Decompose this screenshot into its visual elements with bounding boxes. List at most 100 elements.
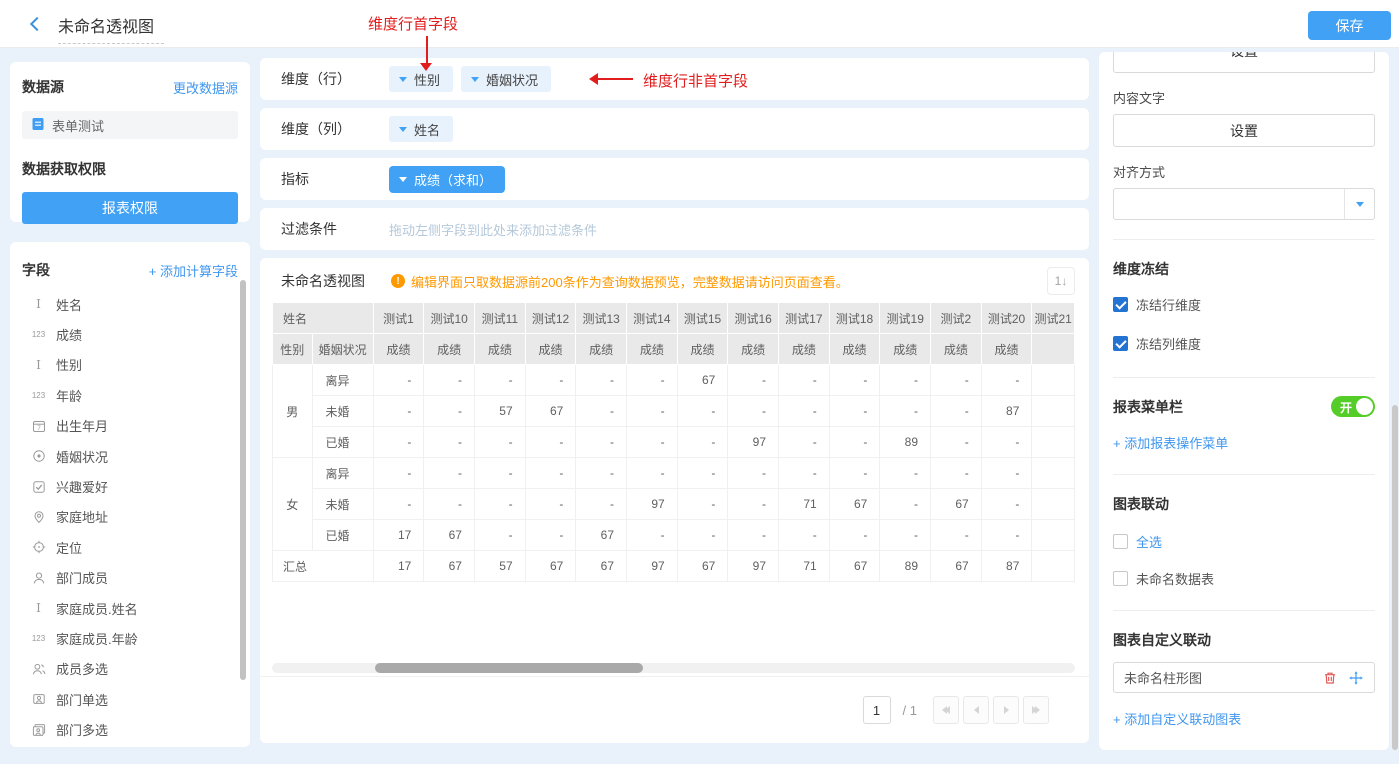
field-label: 部门多选: [56, 720, 108, 739]
preview-card: 未命名透视图 ! 编辑界面只取数据源前200条作为查询数据预览，完整数据请访问页…: [260, 258, 1089, 743]
pivot-row: 已婚-------97--89--: [273, 427, 1075, 458]
col-dimension-row: 维度（列） 姓名: [260, 108, 1089, 150]
prev-page-button[interactable]: [963, 696, 989, 724]
add-calculated-field-link[interactable]: + 添加计算字段: [149, 261, 238, 280]
chevron-down-icon: [1344, 189, 1374, 219]
change-datasource-link[interactable]: 更改数据源: [173, 78, 238, 97]
checkbox-checked-icon[interactable]: [1113, 336, 1128, 351]
next-page-button[interactable]: [993, 696, 1019, 724]
field-item[interactable]: 123家庭成员.年龄: [22, 623, 238, 653]
linkage-item-checkbox-row[interactable]: 未命名数据表: [1113, 569, 1375, 588]
dimension-tag[interactable]: 婚姻状况: [461, 66, 551, 92]
freeze-row-checkbox-row[interactable]: 冻结行维度: [1113, 295, 1375, 314]
field-item[interactable]: 婚姻状况: [22, 441, 238, 471]
trash-icon[interactable]: [1322, 670, 1338, 686]
field-label: 部门成员: [56, 568, 108, 587]
pivot-value-cell: -: [931, 365, 982, 396]
move-icon[interactable]: [1348, 670, 1364, 686]
pivot-value-cell: -: [424, 396, 475, 427]
fields-scrollbar[interactable]: [240, 280, 246, 680]
field-item[interactable]: 部门单选: [22, 684, 238, 714]
pivot-value-cell: -: [474, 458, 525, 489]
pivot-value-cell: -: [981, 427, 1032, 458]
pivot-value-cell: -: [728, 365, 779, 396]
field-item[interactable]: I姓名: [22, 289, 238, 319]
save-button[interactable]: 保存: [1308, 11, 1391, 40]
first-page-button[interactable]: [933, 696, 959, 724]
pivot-summary-value-clipped: [1032, 551, 1075, 582]
pivot-value-cell: -: [931, 396, 982, 427]
menu-bar-toggle[interactable]: 开: [1331, 396, 1375, 417]
horizontal-scrollbar-thumb[interactable]: [375, 663, 643, 673]
annotation-first-field: 维度行首字段: [368, 13, 458, 34]
freeze-row-label: 冻结行维度: [1136, 295, 1201, 314]
field-item[interactable]: 兴趣爱好: [22, 471, 238, 501]
content-text-settings-button[interactable]: 设置: [1113, 114, 1375, 147]
pivot-summary-value: 57: [474, 551, 525, 582]
add-custom-linkage-link[interactable]: + 添加自定义联动图表: [1113, 709, 1241, 728]
pivot-group-label: 女: [273, 458, 313, 551]
field-item[interactable]: I家庭成员.姓名: [22, 593, 238, 623]
pivot-subgroup-label: 已婚: [312, 520, 373, 551]
pivot-value-cell: 17: [373, 520, 424, 551]
member-icon: [30, 571, 47, 585]
pivot-value-cell: -: [627, 365, 678, 396]
pivot-col-header: 测试1: [373, 303, 424, 334]
last-page-button[interactable]: [1023, 696, 1049, 724]
pivot-metric-header: 成绩: [931, 334, 982, 365]
field-item[interactable]: 部门成员: [22, 563, 238, 593]
select-all-checkbox-row[interactable]: 全选: [1113, 532, 1375, 551]
field-item[interactable]: 7出生年月: [22, 411, 238, 441]
row-dimension-label: 维度（行）: [281, 69, 389, 89]
custom-linkage-item[interactable]: 未命名柱形图: [1113, 662, 1375, 693]
field-list: I姓名123成绩I性别123年龄7出生年月婚姻状况兴趣爱好家庭地址定位部门成员 I…: [22, 289, 238, 745]
pivot-header-row: 姓名测试1测试10测试11测试12测试13测试14测试15测试16测试17测试1…: [273, 303, 1075, 334]
dimension-tag[interactable]: 姓名: [389, 116, 453, 142]
number-icon: 123: [30, 391, 47, 400]
clipped-settings-button[interactable]: 设置: [1113, 52, 1375, 73]
pivot-value-cell: -: [981, 365, 1032, 396]
radio-icon: [30, 449, 47, 463]
report-permission-button[interactable]: 报表权限: [22, 192, 238, 224]
field-item[interactable]: 定位: [22, 532, 238, 562]
filter-row[interactable]: 过滤条件 拖动左侧字段到此处来添加过滤条件: [260, 208, 1089, 250]
checkbox-checked-icon[interactable]: [1113, 297, 1128, 312]
double-chevron-left-icon: [943, 706, 949, 714]
field-item[interactable]: 成员多选: [22, 654, 238, 684]
pivot-value-cell: -: [728, 489, 779, 520]
depts-icon: [30, 723, 47, 737]
freeze-col-checkbox-row[interactable]: 冻结列维度: [1113, 334, 1375, 353]
page-scrollbar-thumb[interactable]: [1392, 405, 1398, 750]
row-dimension-tags: 性别婚姻状况: [389, 66, 551, 92]
pivot-metric-header: 成绩: [880, 334, 931, 365]
field-item[interactable]: 123成绩: [22, 319, 238, 349]
back-button[interactable]: [28, 17, 44, 33]
pivot-summary-value: 87: [981, 551, 1032, 582]
field-item[interactable]: I性别: [22, 350, 238, 380]
select-all-label[interactable]: 全选: [1136, 532, 1162, 551]
datasource-item[interactable]: 表单测试: [22, 111, 238, 139]
pivot-value-cell: -: [373, 396, 424, 427]
fields-card: 字段 + 添加计算字段 I姓名123成绩I性别123年龄7出生年月婚姻状况兴趣爱…: [10, 242, 250, 747]
pivot-value-cell: 71: [779, 489, 830, 520]
align-select[interactable]: [1113, 188, 1375, 220]
page-title[interactable]: 未命名透视图: [58, 13, 164, 44]
pivot-metric-header: 成绩: [677, 334, 728, 365]
checkbox-unchecked-icon[interactable]: [1113, 571, 1128, 586]
sort-icon[interactable]: 1↓: [1047, 267, 1075, 295]
horizontal-scrollbar[interactable]: [272, 663, 1075, 673]
dimension-tag[interactable]: 成绩（求和）: [389, 166, 505, 193]
field-item[interactable]: 家庭地址: [22, 502, 238, 532]
pivot-col-header: 测试16: [728, 303, 779, 334]
pivot-col-header: 测试15: [677, 303, 728, 334]
pivot-value-cell: -: [525, 458, 576, 489]
add-menu-link[interactable]: + 添加报表操作菜单: [1113, 433, 1228, 452]
chevron-left-icon: [30, 17, 44, 31]
pivot-value-cell: -: [779, 458, 830, 489]
field-item[interactable]: 123年龄: [22, 380, 238, 410]
page-input[interactable]: 1: [863, 696, 891, 724]
field-item[interactable]: 部门多选: [22, 714, 238, 744]
pivot-table: 姓名测试1测试10测试11测试12测试13测试14测试15测试16测试17测试1…: [272, 302, 1075, 582]
chevron-down-icon: [399, 77, 407, 82]
checkbox-unchecked-icon[interactable]: [1113, 534, 1128, 549]
